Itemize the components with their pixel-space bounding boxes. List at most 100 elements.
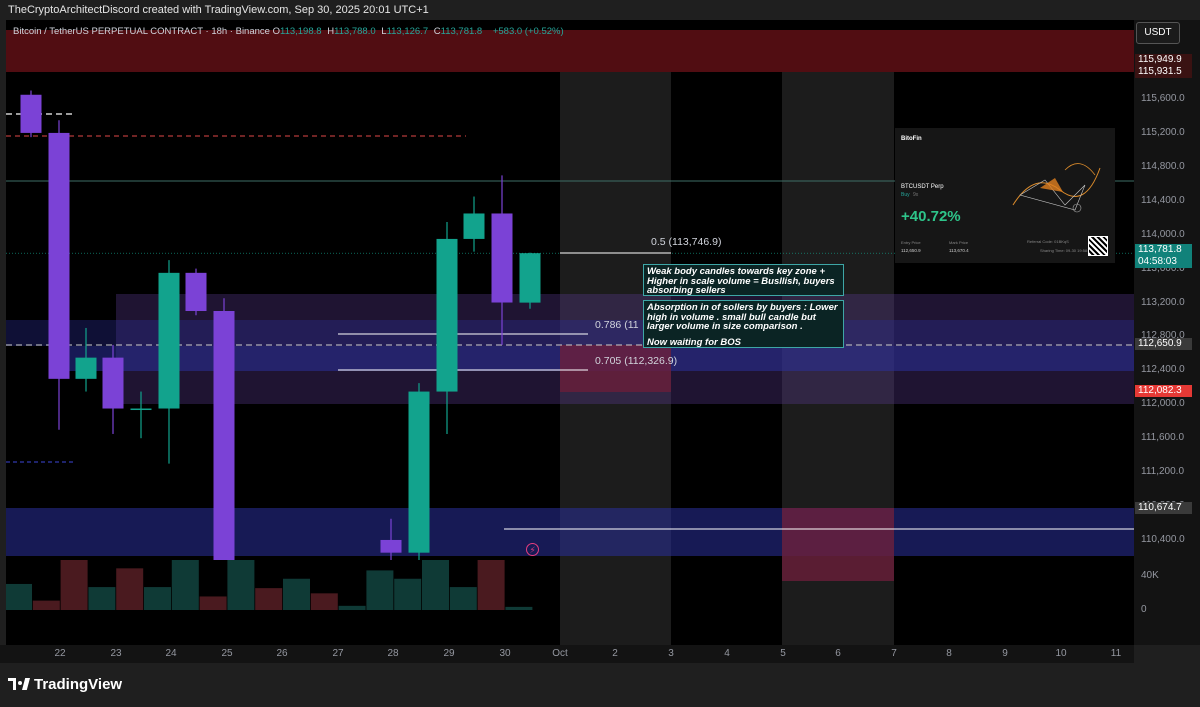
volume-bar [255, 588, 283, 610]
open-value: 113,198.8 [279, 26, 322, 37]
qr-code-icon [1088, 236, 1108, 256]
tradingview-logo[interactable]: TradingView [8, 676, 122, 693]
bar-countdown-tag: 04:58:03 [1135, 256, 1192, 268]
symbol-legend: Bitcoin / TetherUS PERPETUAL CONTRACT · … [13, 26, 564, 37]
time-tick-label: 28 [387, 648, 399, 659]
fib-label-0-786: 0.786 (11 [595, 319, 639, 331]
pnl-card-referral: Referral Code: 01BKqS [1027, 239, 1069, 244]
price-tick-label: 115,600.0 [1141, 93, 1185, 104]
time-tick-label: Oct [552, 648, 568, 659]
candle-body [408, 391, 430, 553]
volume-bar [88, 587, 116, 610]
fib-label-0-5: 0.5 (113,746.9) [651, 236, 722, 248]
price-tag-115949: 115,949.9 [1135, 54, 1192, 66]
pnl-card-illustration [1012, 163, 1101, 213]
open-key: O [272, 26, 280, 37]
pnl-card-sharing-time: Sharing Time: 09-30 19:58:54 [1040, 248, 1093, 253]
price-tick-label: 113,200.0 [1141, 296, 1185, 308]
volume-bar [366, 570, 394, 610]
candle-body [75, 357, 97, 379]
chart-attribution: TheCryptoArchitectDiscord created with T… [8, 4, 429, 16]
time-tick-label: 10 [1055, 648, 1067, 659]
candle-body [48, 132, 70, 379]
pnl-card-side: Buy [901, 192, 910, 198]
time-tick-label: 22 [54, 648, 66, 659]
volume-tick-0: 0 [1141, 604, 1147, 615]
volume-bar [505, 606, 533, 610]
volume-bar [199, 596, 227, 610]
demand-zone-blue [6, 508, 1134, 556]
pnl-card-mark-label: Mark Price [949, 240, 969, 245]
time-tick-label: 8 [946, 648, 952, 659]
pnl-share-card: BitoFin BTCUSDT Perp Buy 9x +40.72% Entr… [895, 128, 1115, 263]
note-absorption-text: Absorption in of sollers by buyers : Low… [647, 302, 838, 332]
pnl-card-brand: BitoFin [901, 136, 922, 142]
pnl-card-entry-value: 112,650.9 [901, 248, 921, 253]
close-key: C [433, 26, 441, 37]
high-value: 113,788.0 [334, 26, 376, 37]
time-tick-label: 9 [1002, 648, 1008, 659]
fib-zone-red [560, 345, 671, 392]
fib-label-0-705: 0.705 (112,326.9) [595, 355, 678, 367]
volume-bar [422, 560, 449, 610]
volume-bar [394, 578, 422, 610]
chart-pane[interactable] [6, 20, 1134, 645]
currency-button[interactable]: USDT [1136, 22, 1180, 44]
change-value: +583.0 (+0.52%) [492, 26, 564, 37]
volume-bar [171, 560, 199, 610]
time-tick-label: 30 [499, 648, 511, 659]
note-waiting-bos: Now waiting for BOS [647, 336, 741, 348]
candle-body [463, 213, 485, 239]
price-tick-label: 114,800.0 [1141, 160, 1185, 172]
volume-bar [283, 578, 310, 610]
time-tick-label: 25 [221, 648, 233, 659]
time-tick-label: 23 [110, 648, 122, 659]
price-tick-label: 110,400.0 [1141, 533, 1185, 545]
price-tick-label: 111,600.0 [1141, 432, 1185, 444]
candlestick-chart[interactable] [6, 20, 1134, 645]
time-tick-label: 4 [724, 648, 730, 659]
volume-bar [6, 583, 32, 610]
volume-bar [449, 587, 477, 610]
pnl-card-symbol: BTCUSDT Perp [901, 184, 944, 190]
candle-body [130, 408, 152, 411]
volume-bar [116, 568, 144, 610]
volume-bar [477, 560, 505, 610]
time-tick-label: 7 [891, 648, 897, 659]
price-tag-112650: 112,650.9 [1135, 338, 1192, 350]
demand-zone-red [782, 508, 894, 581]
note-weak-body-candles[interactable]: Weak body candles towards key zone + Hig… [643, 264, 844, 296]
candle-body [213, 311, 235, 560]
volume-bar [60, 560, 88, 610]
volume-bar [338, 605, 366, 610]
time-tick-label: 24 [165, 648, 177, 659]
candle-body [491, 213, 513, 303]
tradingview-wordmark: TradingView [34, 676, 123, 693]
time-tick-label: 2 [612, 648, 618, 659]
price-tick-label: 112,000.0 [1141, 398, 1185, 410]
price-tag-115931: 115,931.5 [1135, 66, 1192, 78]
time-tick-label: 27 [332, 648, 344, 659]
low-value: 113,126.7 [386, 26, 429, 37]
pnl-card-leverage: 9x [913, 192, 919, 198]
price-tick-label: 111,200.0 [1141, 466, 1185, 478]
note-absorption[interactable]: Absorption in of sollers by buyers : Low… [643, 300, 844, 348]
volume-tick-40k: 40K [1141, 570, 1159, 581]
price-tick-label: 112,400.0 [1141, 364, 1185, 376]
candle-body [102, 357, 124, 409]
price-tag-112082: 112,082.3 [1135, 385, 1192, 397]
time-tick-label: 26 [276, 648, 288, 659]
candle-body [436, 238, 458, 392]
volume-bar [144, 587, 171, 610]
symbol-name: Bitcoin / TetherUS PERPETUAL CONTRACT · … [13, 26, 270, 37]
time-tick-label: 29 [443, 648, 455, 659]
candle-body [158, 272, 180, 409]
lightning-icon[interactable]: ⚡ [526, 543, 539, 556]
close-value: 113,781.8 [440, 26, 483, 37]
pnl-card-entry-label: Entry Price [901, 240, 921, 245]
price-tick-label: 115,200.0 [1141, 126, 1185, 138]
low-key: L [381, 26, 387, 37]
time-tick-label: 3 [668, 648, 674, 659]
price-tick-label: 114,400.0 [1141, 194, 1185, 206]
last-price-tag: 113,781.8 [1135, 244, 1192, 256]
